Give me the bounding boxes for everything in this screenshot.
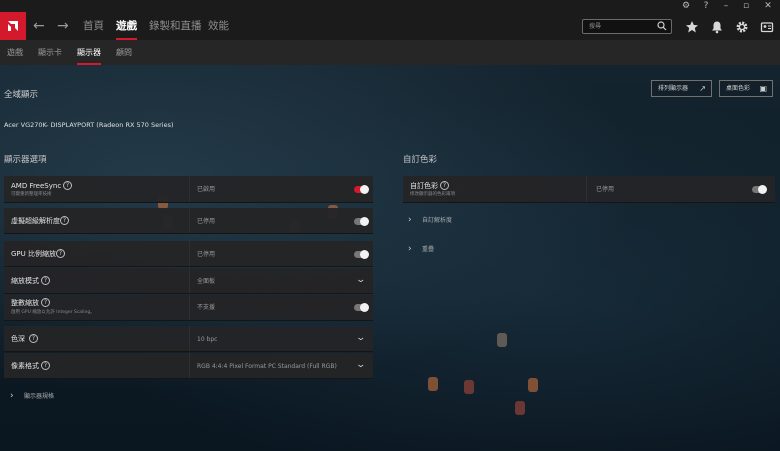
divider — [189, 241, 190, 266]
tab-gaming[interactable]: 遊戲 — [116, 18, 137, 40]
scaling-mode-value: 全面板 — [197, 278, 216, 285]
arrange-displays-button[interactable]: 排列顯示器 ↗ — [651, 80, 712, 97]
sub-navigation: 遊戲 顯示卡 顯示器 顧問 — [0, 40, 780, 65]
integer-scaling-value: 不支援 — [197, 304, 216, 311]
custom-color-value: 已停用 — [596, 186, 615, 193]
subtab-games[interactable]: 遊戲 — [7, 47, 23, 58]
chevron-down-icon[interactable]: ⌄ — [355, 333, 366, 343]
freesync-value: 已啟用 — [197, 186, 216, 193]
vsr-value: 已停用 — [197, 218, 216, 225]
color-depth-row[interactable]: 色深 ? 10 bpc ⌄ — [4, 326, 373, 352]
color-depth-value: 10 bpc — [197, 336, 218, 343]
freesync-toggle[interactable] — [354, 185, 369, 194]
page-title: 全域顯示 — [4, 90, 39, 100]
background-decoration — [528, 378, 538, 392]
divider — [189, 326, 190, 351]
settings-gear-icon[interactable] — [735, 20, 749, 34]
chevron-right-icon: › — [408, 244, 412, 254]
chevron-right-icon: › — [10, 391, 14, 401]
restore-icon[interactable]: ▫ — [734, 0, 758, 12]
help-icon[interactable]: ? — [60, 216, 69, 225]
background-decoration — [497, 333, 507, 347]
divider — [586, 176, 587, 202]
freesync-label: AMD FreeSync — [11, 182, 62, 190]
back-arrow-icon[interactable]: ← — [33, 17, 45, 35]
external-link-icon: ↗ — [699, 84, 706, 93]
chevron-down-icon[interactable]: ⌄ — [355, 360, 366, 370]
vsr-label: 虛擬超級解析度 — [11, 217, 60, 225]
scaling-mode-label: 縮放模式 — [11, 277, 39, 285]
freesync-sub: 可變重新整理率技術 — [11, 192, 52, 197]
background-decoration — [515, 401, 525, 415]
pixel-format-label: 像素格式 — [11, 362, 39, 370]
help-icon[interactable]: ? — [56, 249, 65, 258]
custom-color-toggle[interactable] — [752, 185, 767, 194]
background-decoration — [428, 377, 438, 391]
gpu-scaling-toggle[interactable] — [354, 250, 369, 259]
display-specs-expander[interactable]: › 顯示器規格 — [10, 391, 54, 402]
gpu-scaling-label: GPU 比例縮放 — [11, 250, 56, 258]
search-input[interactable]: 搜尋 — [582, 19, 672, 34]
scaling-mode-row[interactable]: 縮放模式 ? 全面板 ⌄ — [4, 268, 373, 294]
title-bar: ⚙ ? – ▫ ✕ — [0, 0, 780, 12]
custom-color-title: 自訂色彩 — [403, 155, 438, 165]
tab-record-stream[interactable]: 錄製和直播 — [149, 18, 202, 34]
gpu-scaling-row: GPU 比例縮放 ? 已停用 — [4, 241, 373, 267]
help-icon[interactable]: ? — [41, 361, 50, 370]
tab-performance[interactable]: 效能 — [208, 18, 229, 34]
custom-resolution-expander[interactable]: › 自訂解析度 — [408, 215, 452, 226]
divider — [189, 176, 190, 202]
divider — [189, 353, 190, 378]
custom-color-sub: 修改顯示器的色彩兩項 — [410, 192, 455, 197]
profile-card-icon[interactable] — [760, 20, 774, 34]
integer-scaling-row: 整數縮放 ? 啟用 GPU 縮放以允許 Integer Scaling。 不支援 — [4, 295, 373, 321]
subtab-graphics[interactable]: 顯示卡 — [38, 47, 62, 58]
overlay-label: 重疊 — [422, 246, 435, 253]
pixel-format-value: RGB 4:4:4 Pixel Format PC Standard (Full… — [197, 363, 337, 370]
custom-color-row: 自訂色彩 ? 修改顯示器的色彩兩項 已停用 — [403, 176, 775, 203]
integer-scaling-label: 整數縮放 — [11, 299, 39, 307]
divider — [189, 295, 190, 320]
close-icon[interactable]: ✕ — [756, 0, 780, 12]
integer-scaling-toggle[interactable] — [354, 303, 369, 312]
chevron-down-icon[interactable]: ⌄ — [355, 275, 366, 285]
subtab-display[interactable]: 顯示器 — [77, 47, 101, 65]
help-icon[interactable]: ? — [41, 276, 50, 285]
divider — [189, 208, 190, 233]
overlay-expander[interactable]: › 重疊 — [408, 244, 434, 255]
integer-scaling-sub: 啟用 GPU 縮放以允許 Integer Scaling。 — [11, 310, 95, 315]
star-favorites-icon[interactable] — [685, 20, 699, 34]
chevron-right-icon: › — [408, 215, 412, 225]
background-decoration — [464, 380, 474, 394]
desktop-color-button[interactable]: 桌面色彩 ▣ — [719, 80, 773, 97]
monitor-name: Acer VG270K- DISPLAYPORT (Radeon RX 570 … — [4, 121, 174, 129]
color-depth-label: 色深 — [11, 335, 25, 343]
display-options-title: 顯示器選項 — [4, 155, 47, 165]
help-icon[interactable]: ? — [29, 334, 38, 343]
freesync-row: AMD FreeSync ? 可變重新整理率技術 已啟用 — [4, 176, 373, 203]
arrange-displays-label: 排列顯示器 — [658, 85, 689, 92]
display-specs-label: 顯示器規格 — [24, 393, 55, 400]
subtab-advisor[interactable]: 顧問 — [116, 47, 132, 58]
tab-home[interactable]: 首頁 — [83, 18, 104, 34]
help-icon[interactable]: ? — [41, 298, 50, 307]
vsr-row: 虛擬超級解析度 ? 已停用 — [4, 208, 373, 234]
search-icon[interactable] — [657, 21, 667, 31]
divider — [189, 268, 190, 293]
notification-bell-icon[interactable] — [710, 20, 724, 34]
help-icon[interactable]: ? — [440, 181, 449, 190]
gpu-scaling-value: 已停用 — [197, 251, 216, 258]
pixel-format-row[interactable]: 像素格式 ? RGB 4:4:4 Pixel Format PC Standar… — [4, 353, 373, 379]
help-icon[interactable]: ? — [63, 181, 72, 190]
custom-color-label: 自訂色彩 — [410, 182, 438, 190]
amd-logo-icon[interactable] — [0, 12, 26, 40]
top-navigation: ← → 首頁 遊戲 錄製和直播 效能 搜尋 — [0, 12, 780, 40]
display-window-icon: ▣ — [759, 84, 767, 93]
desktop-color-label: 桌面色彩 — [726, 85, 751, 92]
custom-resolution-label: 自訂解析度 — [422, 217, 453, 224]
search-placeholder: 搜尋 — [589, 23, 602, 30]
vsr-toggle[interactable] — [354, 217, 369, 226]
forward-arrow-icon[interactable]: → — [57, 17, 69, 35]
